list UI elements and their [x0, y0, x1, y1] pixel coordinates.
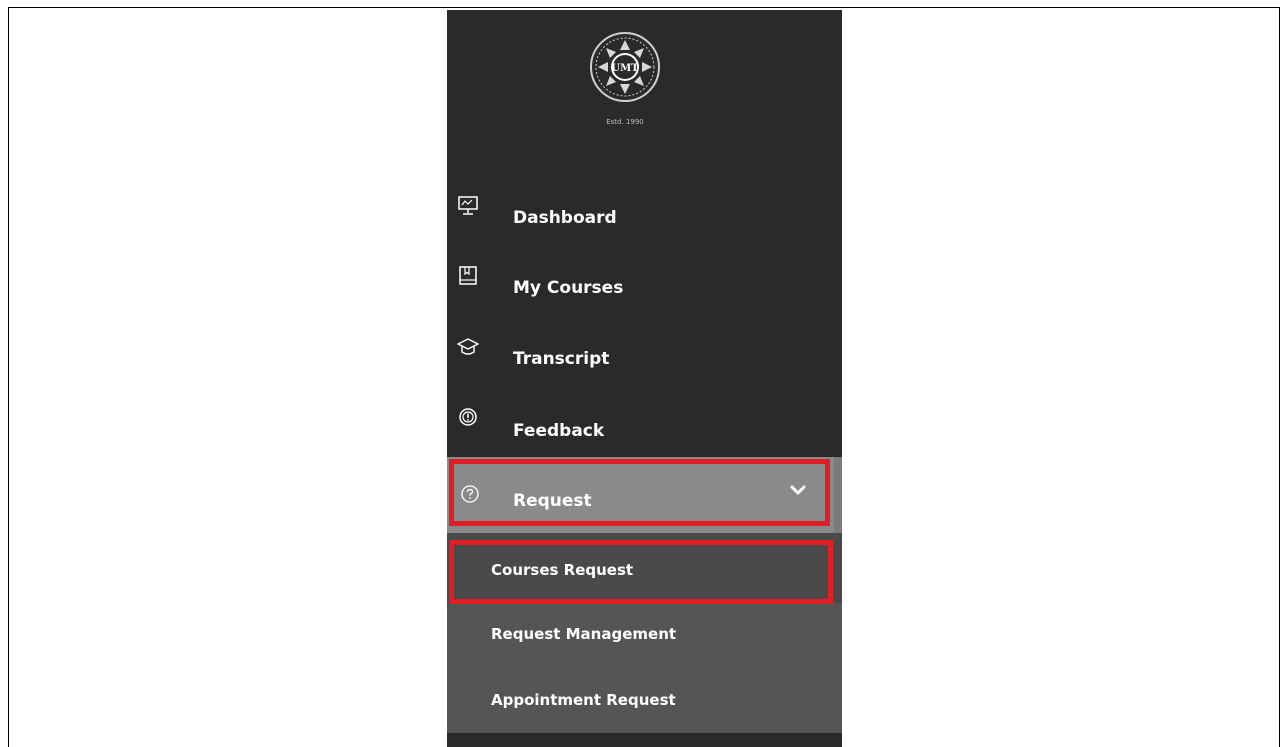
submenu-item-label: Request Management [491, 625, 677, 643]
sidebar-item-transcript[interactable]: Transcript [447, 314, 842, 384]
highlight-box-courses-request [449, 540, 833, 604]
sidebar-item-label: Transcript [513, 349, 610, 369]
highlight-box-request [449, 459, 830, 526]
feedback-icon [457, 406, 479, 428]
submenu-item-request-management[interactable]: Request Management [447, 603, 842, 667]
book-icon [457, 265, 479, 287]
logo-estd-text: Estd. 1990 [606, 118, 644, 126]
sidebar-item-dashboard[interactable]: Dashboard [447, 172, 842, 242]
submenu-item-label: Appointment Request [491, 691, 676, 709]
sidebar-item-feedback[interactable]: Feedback [447, 385, 842, 455]
umt-logo: UMT Estd. 1990 [580, 24, 670, 130]
sidebar: UMT Estd. 1990 Dashboard My Courses Tran… [447, 10, 842, 747]
sidebar-item-my-courses[interactable]: My Courses [447, 243, 842, 313]
presentation-board-icon [457, 195, 479, 217]
scrollbar-strip [834, 457, 842, 533]
sidebar-item-label: Feedback [513, 421, 605, 441]
submenu-item-appointment-request[interactable]: Appointment Request [447, 669, 842, 733]
logo-emblem-text: UMT [611, 63, 639, 74]
umt-logo-emblem-icon: UMT Estd. 1990 [590, 32, 660, 126]
graduation-cap-icon [456, 336, 480, 358]
sidebar-item-label: My Courses [513, 278, 624, 298]
sidebar-item-label: Dashboard [513, 208, 617, 228]
